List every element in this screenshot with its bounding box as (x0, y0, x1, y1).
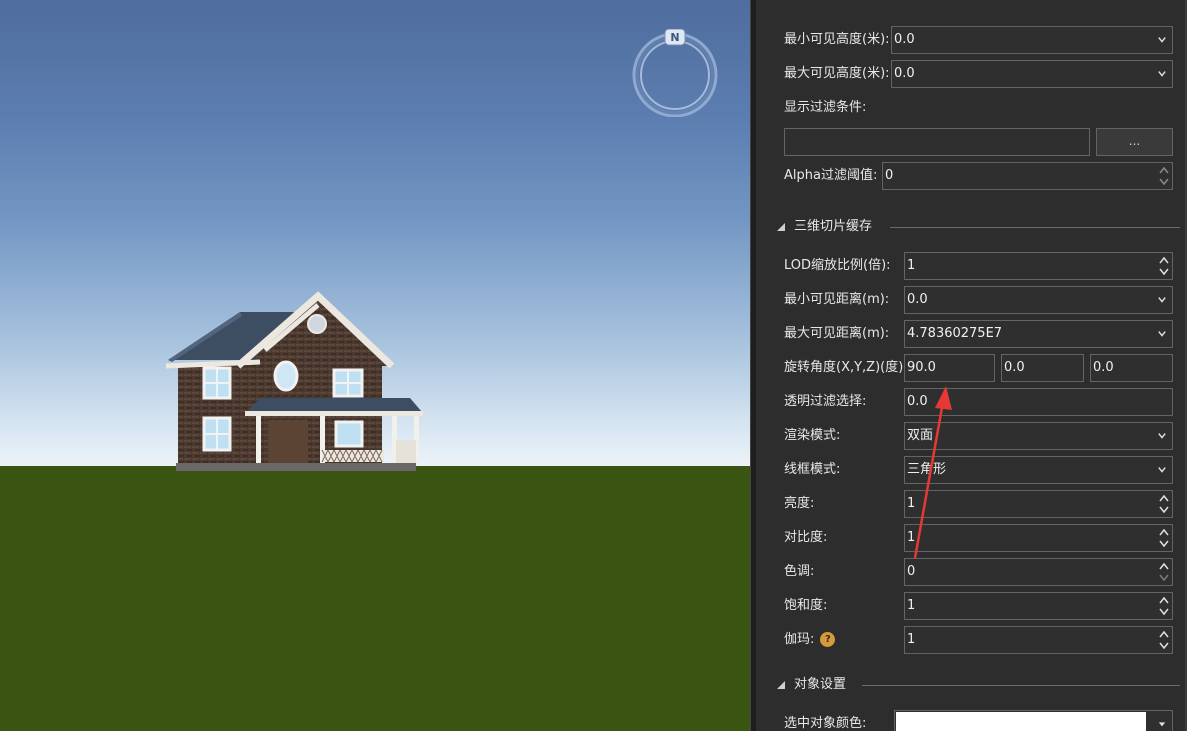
rotation-x-value: 90.0 (907, 360, 936, 375)
transparent-filter-label: 透明过滤选择: (784, 394, 867, 409)
gamma-label-wrap: 伽玛:? (784, 626, 836, 654)
rotation-angle-label: 旋转角度(X,Y,Z)(度): (784, 360, 908, 375)
red-arrow-annotation (913, 386, 952, 559)
display-filter-browse-button[interactable]: ... (1096, 128, 1173, 156)
rotation-y-value: 0.0 (1004, 360, 1025, 375)
wireframe-mode-row: 线框模式: 三角形 (756, 456, 1187, 484)
lod-scale-row: LOD缩放比例(倍): 1 (756, 252, 1187, 280)
alpha-threshold-spinner[interactable]: 0 (882, 162, 1173, 190)
collapse-triangle-icon[interactable] (776, 680, 786, 690)
spin-arrows-icon[interactable] (1159, 595, 1169, 617)
selected-color-picker[interactable] (894, 710, 1173, 731)
display-filter-row: 显示过滤条件: (756, 94, 1187, 122)
chevron-down-icon (1158, 331, 1166, 337)
min-visible-height-select[interactable]: 0.0 (891, 26, 1173, 54)
rotation-z-input[interactable]: 0.0 (1090, 354, 1173, 382)
lod-scale-spinner[interactable]: 1 (904, 252, 1173, 280)
spin-arrows-icon[interactable] (1159, 493, 1169, 515)
compass-north-label: N (670, 31, 679, 44)
contrast-row: 对比度: 1 (756, 524, 1187, 552)
gamma-label: 伽玛: (784, 632, 815, 647)
saturation-label: 饱和度: (784, 598, 828, 613)
section-3d-tile-cache-title: 三维切片缓存 (794, 219, 873, 234)
brightness-row: 亮度: 1 (756, 490, 1187, 518)
min-visible-distance-select[interactable]: 0.0 (904, 286, 1173, 314)
house-model[interactable] (160, 290, 430, 476)
hue-value: 0 (907, 564, 916, 579)
rotation-x-input[interactable]: 90.0 (904, 354, 995, 382)
selected-color-label: 选中对象颜色: (784, 716, 867, 731)
spin-arrows-icon[interactable] (1159, 255, 1169, 277)
section-object-settings-title: 对象设置 (794, 677, 847, 692)
display-filter-input-row: ... (756, 128, 1187, 156)
alpha-threshold-value: 0 (885, 168, 894, 183)
min-visible-height-row: 最小可见高度(米): 0.0 (756, 26, 1187, 54)
collapse-triangle-icon[interactable] (776, 222, 786, 232)
saturation-row: 饱和度: 1 (756, 592, 1187, 620)
alpha-threshold-label: Alpha过滤阈值: (784, 168, 878, 183)
saturation-value: 1 (907, 598, 916, 613)
min-visible-distance-value: 0.0 (907, 292, 928, 307)
layer-properties-panel: 最小可见高度(米): 0.0 最大可见高度(米): 0.0 显示过滤条件: ..… (756, 0, 1187, 731)
spin-arrows-icon[interactable] (1159, 561, 1169, 583)
gamma-value: 1 (907, 632, 916, 647)
help-icon[interactable]: ? (820, 632, 836, 647)
min-visible-height-value: 0.0 (894, 32, 915, 47)
max-visible-distance-value: 4.78360275E7 (907, 326, 1003, 341)
lod-scale-label: LOD缩放比例(倍): (784, 258, 891, 273)
hue-label: 色调: (784, 564, 815, 579)
max-visible-distance-row: 最大可见距离(m): 4.78360275E7 (756, 320, 1187, 348)
spin-arrows-icon[interactable] (1159, 629, 1169, 651)
chevron-down-icon (1158, 71, 1166, 77)
spin-arrows-icon[interactable] (1159, 165, 1169, 187)
section-object-settings[interactable]: 对象设置 (756, 674, 1187, 696)
render-mode-row: 渲染模式: 双面 (756, 422, 1187, 450)
rotation-y-input[interactable]: 0.0 (1001, 354, 1084, 382)
min-visible-height-label: 最小可见高度(米): (784, 32, 890, 47)
max-visible-height-value: 0.0 (894, 66, 915, 81)
selected-color-row: 选中对象颜色: (756, 710, 1187, 731)
chevron-down-icon (1158, 37, 1166, 43)
scene-viewport[interactable]: N (0, 0, 750, 731)
render-mode-label: 渲染模式: (784, 428, 841, 443)
section-3d-tile-cache[interactable]: 三维切片缓存 (756, 216, 1187, 238)
display-filter-input[interactable] (784, 128, 1090, 156)
section-divider (862, 685, 1180, 686)
hue-spinner[interactable]: 0 (904, 558, 1173, 586)
hue-row: 色调: 0 (756, 558, 1187, 586)
spin-arrows-icon[interactable] (1159, 527, 1169, 549)
transparent-filter-row: 透明过滤选择: 0.0 (756, 388, 1187, 416)
gamma-row: 伽玛:? 1 (756, 626, 1187, 654)
rotation-z-value: 0.0 (1093, 360, 1114, 375)
chevron-down-icon (1158, 467, 1166, 473)
ground-plane (0, 466, 750, 731)
max-visible-distance-select[interactable]: 4.78360275E7 (904, 320, 1173, 348)
chevron-down-icon (1158, 433, 1166, 439)
min-visible-distance-row: 最小可见距离(m): 0.0 (756, 286, 1187, 314)
gamma-spinner[interactable]: 1 (904, 626, 1173, 654)
min-visible-distance-label: 最小可见距离(m): (784, 292, 890, 307)
max-visible-distance-label: 最大可见距离(m): (784, 326, 890, 341)
display-filter-label: 显示过滤条件: (784, 100, 867, 115)
chevron-down-icon (1158, 297, 1166, 303)
compass-icon[interactable]: N (631, 29, 719, 117)
dropdown-triangle-icon[interactable] (1158, 720, 1166, 728)
rotation-angle-row: 旋转角度(X,Y,Z)(度): 90.0 0.0 0.0 (756, 354, 1187, 382)
max-visible-height-select[interactable]: 0.0 (891, 60, 1173, 88)
brightness-label: 亮度: (784, 496, 815, 511)
alpha-threshold-row: Alpha过滤阈值: 0 (756, 162, 1187, 190)
max-visible-height-row: 最大可见高度(米): 0.0 (756, 60, 1187, 88)
wireframe-mode-label: 线框模式: (784, 462, 841, 477)
max-visible-height-label: 最大可见高度(米): (784, 66, 890, 81)
contrast-label: 对比度: (784, 530, 828, 545)
lod-scale-value: 1 (907, 258, 916, 273)
saturation-spinner[interactable]: 1 (904, 592, 1173, 620)
section-divider (890, 227, 1180, 228)
selected-color-swatch (896, 712, 1146, 731)
